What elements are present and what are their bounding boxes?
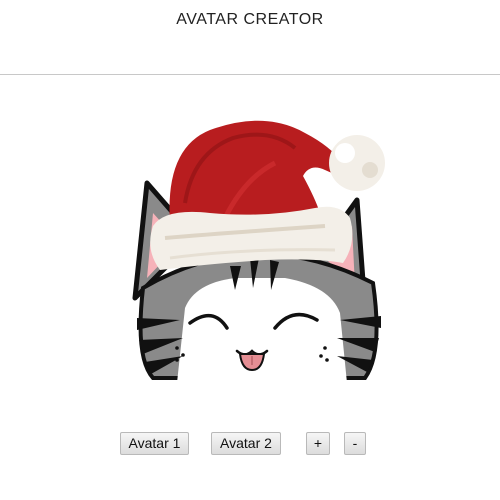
- avatar-controls: Avatar 1 Avatar 2 + -: [0, 432, 500, 456]
- avatar-image: [132, 120, 385, 383]
- zoom-out-button[interactable]: -: [344, 432, 366, 455]
- santa-hat: [150, 120, 385, 270]
- page-title: AVATAR CREATOR: [176, 11, 324, 28]
- avatar-creator-page: AVATAR CREATOR Avatar 1 Avatar 2 + -: [0, 0, 500, 500]
- avatar-2-button[interactable]: Avatar 2: [211, 432, 281, 455]
- zoom-in-button[interactable]: +: [306, 432, 330, 455]
- header: AVATAR CREATOR: [0, 0, 500, 75]
- avatar-1-button[interactable]: Avatar 1: [120, 432, 189, 455]
- avatar-preview: [125, 108, 395, 388]
